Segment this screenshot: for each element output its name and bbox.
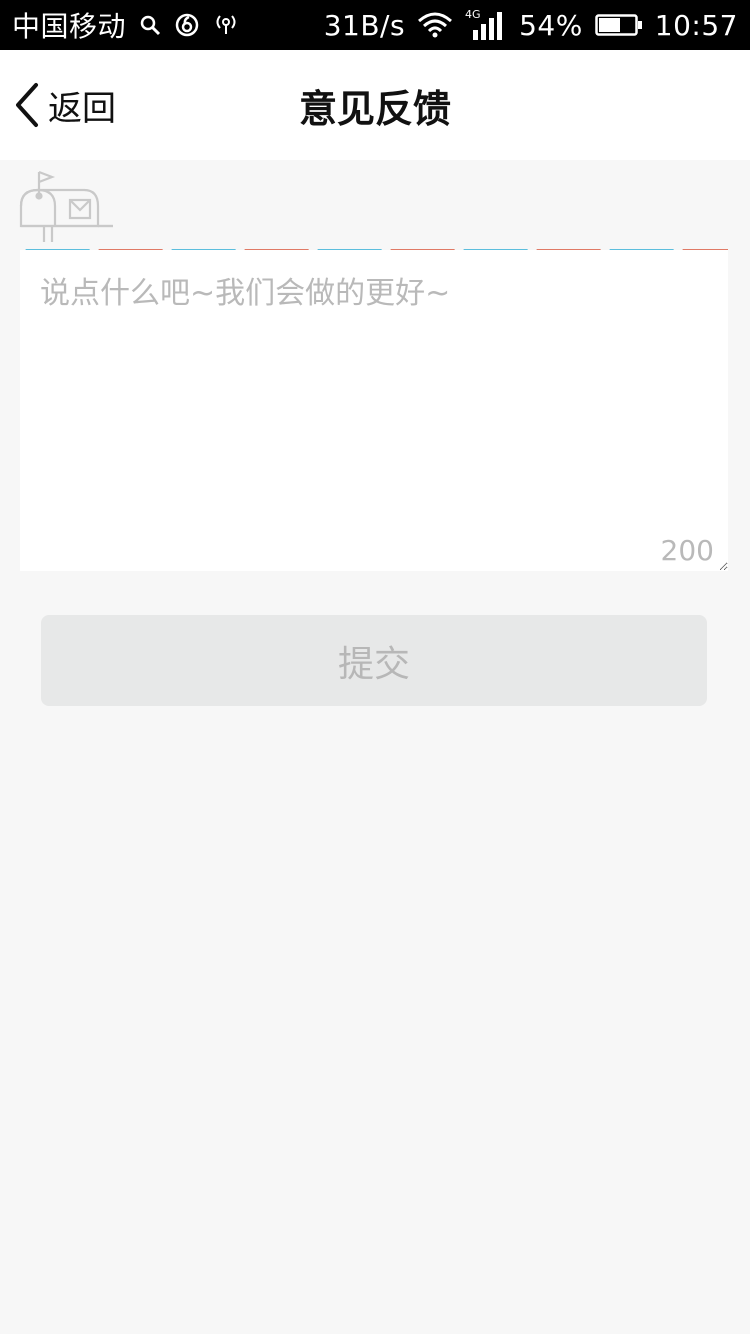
search-icon xyxy=(138,13,162,37)
chevron-left-icon xyxy=(12,81,42,129)
clock: 10:57 xyxy=(654,8,738,42)
status-bar-right: 31B/s 4G 54% 10:57 xyxy=(324,8,738,42)
wifi-icon xyxy=(417,11,453,39)
network-type-label: 4G xyxy=(465,8,481,21)
net-speed: 31B/s xyxy=(323,8,406,42)
nav-bar: 返回 意见反馈 xyxy=(0,50,750,160)
submit-button[interactable]: 提交 xyxy=(41,615,707,706)
mailbox-icon xyxy=(18,168,118,248)
airmail-stripe-divider xyxy=(20,242,728,250)
back-button[interactable]: 返回 xyxy=(12,50,116,160)
status-bar-left: 中国移动 xyxy=(12,5,240,45)
char-limit-counter: 200 xyxy=(660,534,714,567)
battery-percent: 54% xyxy=(519,8,583,42)
hotspot-icon xyxy=(212,12,240,38)
cell-signal-icon: 4G xyxy=(465,8,507,42)
battery-icon xyxy=(595,13,643,37)
netease-music-icon xyxy=(174,12,200,38)
status-bar: 中国移动 31B/s 4G 54% 10:57 xyxy=(0,0,750,50)
back-label: 返回 xyxy=(48,88,116,129)
feedback-textarea[interactable] xyxy=(20,250,728,571)
carrier-name: 中国移动 xyxy=(12,10,127,43)
feedback-box: 200 xyxy=(20,250,728,571)
